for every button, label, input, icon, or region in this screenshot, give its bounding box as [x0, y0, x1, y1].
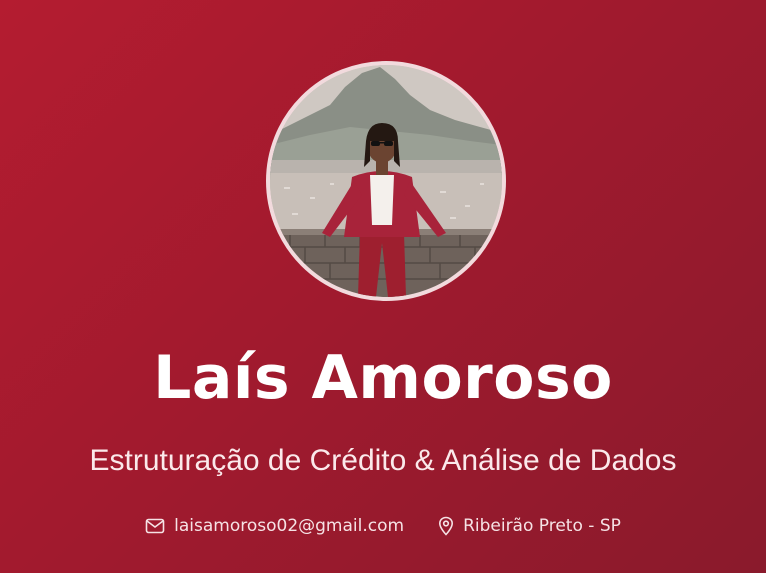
location-text: Ribeirão Preto - SP [463, 516, 621, 536]
email-text: laisamoroso02@gmail.com [174, 516, 405, 536]
map-pin-icon [439, 516, 454, 536]
mail-icon [145, 518, 165, 534]
profile-name: Laís Amoroso [153, 343, 613, 413]
email-contact[interactable]: laisamoroso02@gmail.com [145, 516, 404, 536]
profile-photo-illustration [270, 65, 502, 297]
location-contact: Ribeirão Preto - SP [438, 516, 621, 536]
profile-photo [266, 61, 506, 301]
profile-hero: Laís Amoroso Estruturação de Crédito & A… [0, 0, 766, 573]
contact-info: laisamoroso02@gmail.com Ribeirão Preto -… [0, 512, 766, 540]
profile-headline: Estruturação de Crédito & Análise de Dad… [89, 444, 677, 477]
